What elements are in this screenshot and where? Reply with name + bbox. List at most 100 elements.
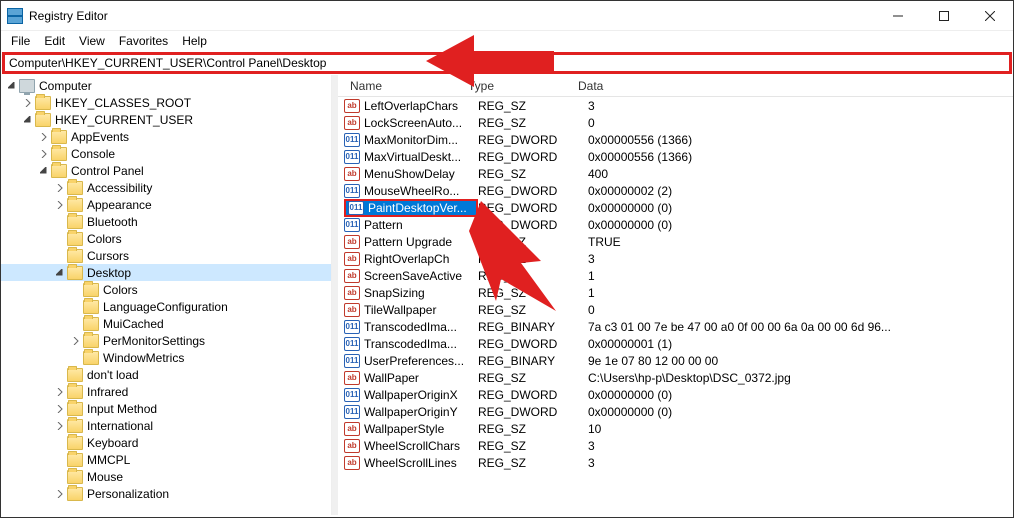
tree-label: HKEY_CURRENT_USER bbox=[55, 113, 193, 127]
value-row[interactable]: abWallPaperREG_SZC:\Users\hp-p\Desktop\D… bbox=[338, 369, 1013, 386]
tree-node-input-method[interactable]: Input Method bbox=[1, 400, 331, 417]
caret-icon[interactable] bbox=[69, 283, 83, 297]
list-header[interactable]: Name Type Data bbox=[338, 75, 1013, 97]
caret-icon[interactable] bbox=[53, 368, 67, 382]
value-row[interactable]: abTileWallpaperREG_SZ0 bbox=[338, 301, 1013, 318]
caret-icon[interactable] bbox=[53, 470, 67, 484]
folder-icon bbox=[67, 453, 83, 467]
tree-node-colors[interactable]: Colors bbox=[1, 281, 331, 298]
caret-icon[interactable] bbox=[53, 419, 67, 433]
tree-node-mmcpl[interactable]: MMCPL bbox=[1, 451, 331, 468]
value-name: WallpaperOriginY bbox=[364, 405, 478, 419]
maximize-button[interactable] bbox=[921, 1, 967, 31]
value-data: 3 bbox=[588, 456, 1013, 470]
addressbar[interactable]: Computer\HKEY_CURRENT_USER\Control Panel… bbox=[2, 52, 1012, 74]
value-row[interactable]: 011MaxVirtualDeskt...REG_DWORD0x00000556… bbox=[338, 148, 1013, 165]
value-row[interactable]: 011WallpaperOriginYREG_DWORD0x00000000 (… bbox=[338, 403, 1013, 420]
value-name: ScreenSaveActive bbox=[364, 269, 478, 283]
col-data[interactable]: Data bbox=[572, 79, 1013, 93]
caret-icon[interactable] bbox=[69, 300, 83, 314]
caret-icon[interactable] bbox=[53, 385, 67, 399]
tree-node-personalization[interactable]: Personalization bbox=[1, 485, 331, 502]
tree-node-windowmetrics[interactable]: WindowMetrics bbox=[1, 349, 331, 366]
value-row[interactable]: 011PaintDesktopVer...REG_DWORD0x00000000… bbox=[338, 199, 1013, 216]
menu-help[interactable]: Help bbox=[176, 32, 213, 50]
list-body[interactable]: abLeftOverlapCharsREG_SZ3abLockScreenAut… bbox=[338, 97, 1013, 515]
caret-icon[interactable] bbox=[53, 181, 67, 195]
col-type[interactable]: Type bbox=[462, 79, 572, 93]
value-row[interactable]: 011PatternREG_DWORD0x00000000 (0) bbox=[338, 216, 1013, 233]
caret-icon[interactable] bbox=[53, 453, 67, 467]
value-row[interactable]: abWheelScrollLinesREG_SZ3 bbox=[338, 454, 1013, 471]
tree-pane[interactable]: ComputerHKEY_CLASSES_ROOT HKEY_CURRENT_US… bbox=[1, 75, 332, 515]
value-row[interactable]: abScreenSaveActiveREG_SZ1 bbox=[338, 267, 1013, 284]
tree-node-appearance[interactable]: Appearance bbox=[1, 196, 331, 213]
value-data: C:\Users\hp-p\Desktop\DSC_0372.jpg bbox=[588, 371, 1013, 385]
caret-icon[interactable] bbox=[37, 147, 51, 161]
menu-favorites[interactable]: Favorites bbox=[113, 32, 174, 50]
tree-node-languageconfiguration[interactable]: LanguageConfiguration bbox=[1, 298, 331, 315]
menu-file[interactable]: File bbox=[5, 32, 36, 50]
tree-node-don-t-load[interactable]: don't load bbox=[1, 366, 331, 383]
tree-node-accessibility[interactable]: Accessibility bbox=[1, 179, 331, 196]
menu-view[interactable]: View bbox=[73, 32, 111, 50]
caret-icon[interactable] bbox=[53, 266, 67, 280]
tree-node-control-panel[interactable]: Control Panel bbox=[1, 162, 331, 179]
value-row[interactable]: 011MaxMonitorDim...REG_DWORD0x00000556 (… bbox=[338, 131, 1013, 148]
caret-icon[interactable] bbox=[53, 487, 67, 501]
value-row[interactable]: abPattern UpgradeREG_SZTRUE bbox=[338, 233, 1013, 250]
value-row[interactable]: 011TranscodedIma...REG_BINARY7a c3 01 00… bbox=[338, 318, 1013, 335]
value-row[interactable]: abMenuShowDelayREG_SZ400 bbox=[338, 165, 1013, 182]
tree-node-permonitorsettings[interactable]: PerMonitorSettings bbox=[1, 332, 331, 349]
value-row[interactable]: 011TranscodedIma...REG_DWORD0x00000001 (… bbox=[338, 335, 1013, 352]
tree-node-desktop[interactable]: Desktop bbox=[1, 264, 331, 281]
tree-node-mouse[interactable]: Mouse bbox=[1, 468, 331, 485]
tree-node-bluetooth[interactable]: Bluetooth bbox=[1, 213, 331, 230]
value-row[interactable]: 011UserPreferences...REG_BINARY9e 1e 07 … bbox=[338, 352, 1013, 369]
address-path[interactable]: Computer\HKEY_CURRENT_USER\Control Panel… bbox=[9, 56, 1005, 70]
tree-node-cursors[interactable]: Cursors bbox=[1, 247, 331, 264]
caret-icon[interactable] bbox=[37, 130, 51, 144]
value-row[interactable]: 011WallpaperOriginXREG_DWORD0x00000000 (… bbox=[338, 386, 1013, 403]
value-row[interactable]: abWallpaperStyleREG_SZ10 bbox=[338, 420, 1013, 437]
tree-node-hkey-current-user[interactable]: HKEY_CURRENT_USER bbox=[1, 111, 331, 128]
caret-icon[interactable] bbox=[53, 402, 67, 416]
caret-icon[interactable] bbox=[53, 249, 67, 263]
binary-value-icon: 011 bbox=[344, 337, 360, 351]
caret-icon[interactable] bbox=[69, 351, 83, 365]
tree-node-console[interactable]: Console bbox=[1, 145, 331, 162]
value-row[interactable]: abRightOverlapChREG_SZ3 bbox=[338, 250, 1013, 267]
tree-node-hkey-classes-root[interactable]: HKEY_CLASSES_ROOT bbox=[1, 94, 331, 111]
tree-label: MuiCached bbox=[103, 317, 164, 331]
value-row[interactable]: abLockScreenAuto...REG_SZ0 bbox=[338, 114, 1013, 131]
col-name[interactable]: Name bbox=[344, 79, 462, 93]
tree-node-appevents[interactable]: AppEvents bbox=[1, 128, 331, 145]
tree-node-infrared[interactable]: Infrared bbox=[1, 383, 331, 400]
tree-label: Input Method bbox=[87, 402, 157, 416]
close-button[interactable] bbox=[967, 1, 1013, 31]
minimize-button[interactable] bbox=[875, 1, 921, 31]
menu-edit[interactable]: Edit bbox=[38, 32, 71, 50]
titlebar: Registry Editor bbox=[1, 1, 1013, 31]
binary-value-icon: 011 bbox=[344, 388, 360, 402]
caret-icon[interactable] bbox=[69, 317, 83, 331]
caret-icon[interactable] bbox=[53, 198, 67, 212]
caret-icon[interactable] bbox=[69, 334, 83, 348]
value-row[interactable]: abSnapSizingREG_SZ1 bbox=[338, 284, 1013, 301]
caret-icon[interactable] bbox=[5, 79, 19, 93]
caret-icon[interactable] bbox=[37, 164, 51, 178]
value-row[interactable]: abWheelScrollCharsREG_SZ3 bbox=[338, 437, 1013, 454]
value-row[interactable]: 011MouseWheelRo...REG_DWORD0x00000002 (2… bbox=[338, 182, 1013, 199]
tree-node-international[interactable]: International bbox=[1, 417, 331, 434]
caret-icon[interactable] bbox=[53, 215, 67, 229]
caret-icon[interactable] bbox=[21, 96, 35, 110]
caret-icon[interactable] bbox=[53, 436, 67, 450]
value-row[interactable]: abLeftOverlapCharsREG_SZ3 bbox=[338, 97, 1013, 114]
caret-icon[interactable] bbox=[21, 113, 35, 127]
folder-icon bbox=[35, 96, 51, 110]
tree-node-keyboard[interactable]: Keyboard bbox=[1, 434, 331, 451]
caret-icon[interactable] bbox=[53, 232, 67, 246]
tree-node-muicached[interactable]: MuiCached bbox=[1, 315, 331, 332]
tree-node-computer[interactable]: Computer bbox=[1, 77, 331, 94]
tree-node-colors[interactable]: Colors bbox=[1, 230, 331, 247]
